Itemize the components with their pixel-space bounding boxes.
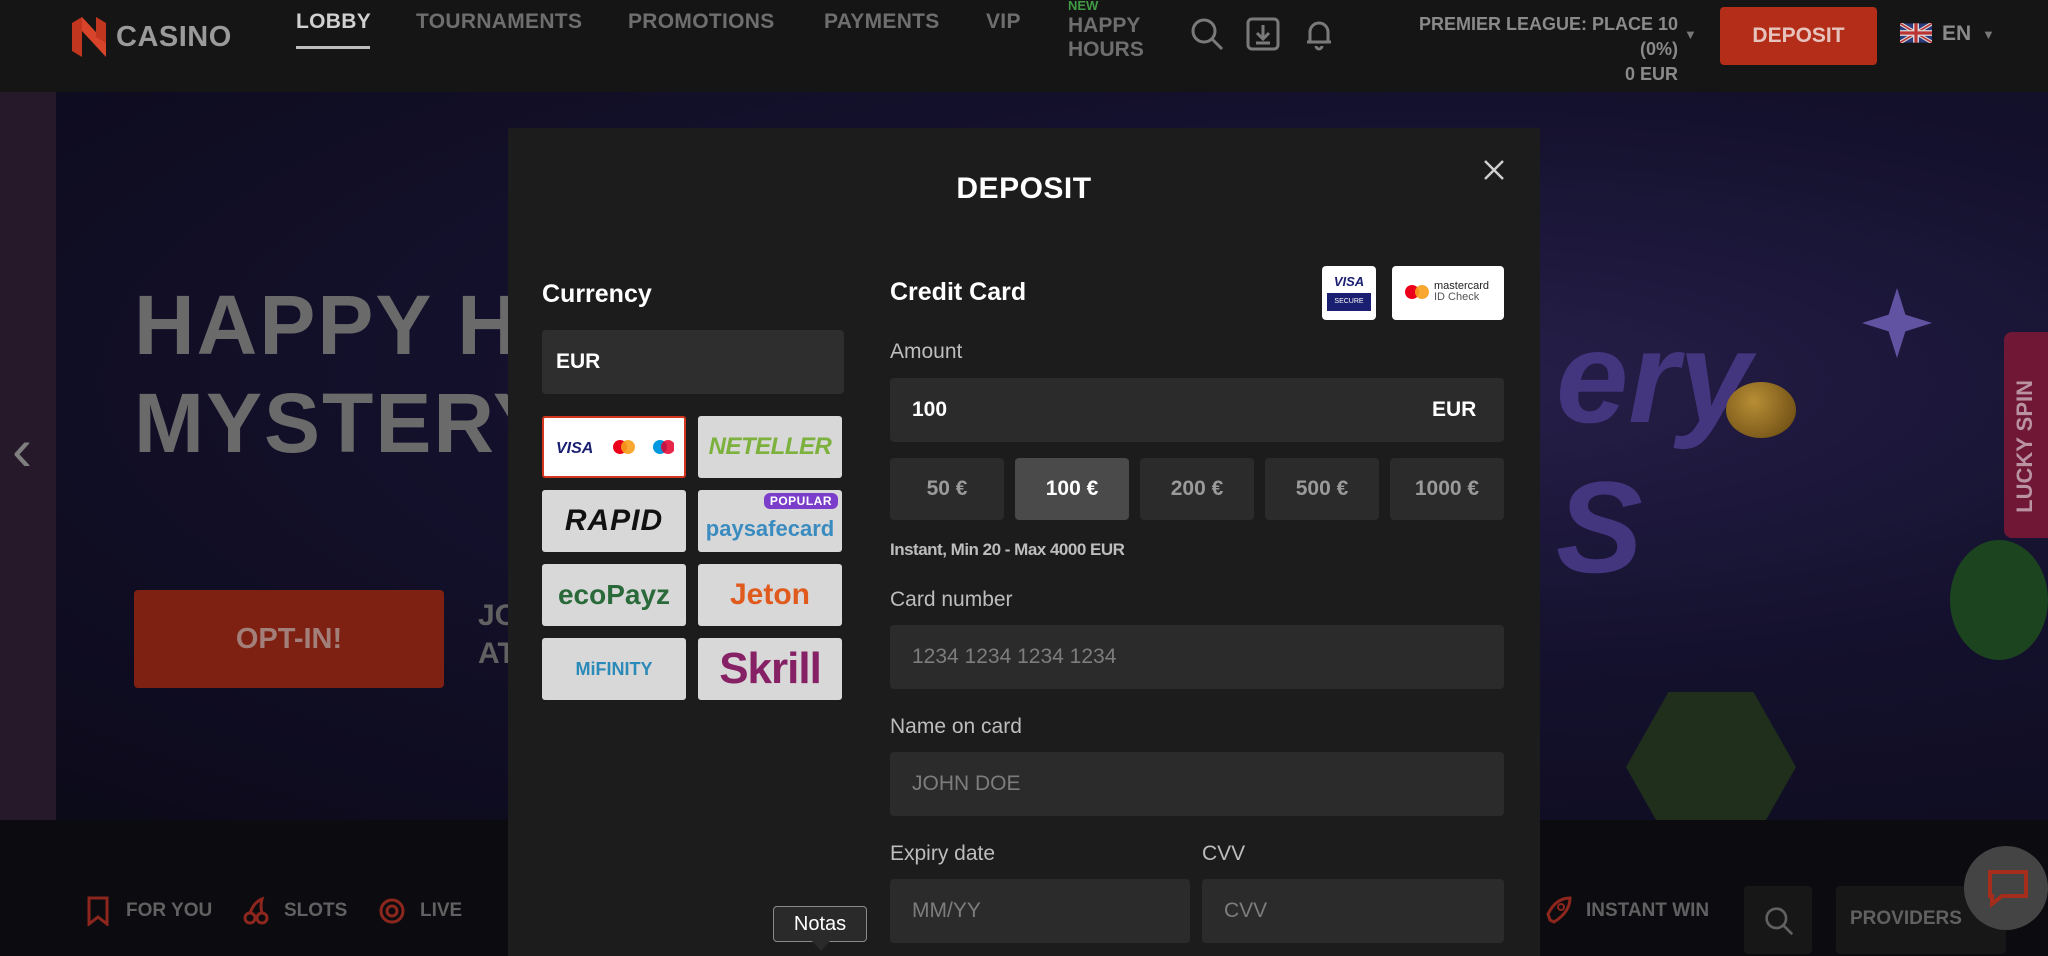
card-number-input[interactable]	[890, 625, 1504, 689]
language-selector[interactable]: EN	[1942, 22, 1971, 46]
ecopayz-logo: ecoPayz	[557, 579, 671, 610]
cvv-input[interactable]	[1202, 879, 1504, 943]
payment-method-jeton[interactable]: Jeton	[698, 564, 842, 626]
jeton-logo: Jeton	[729, 578, 810, 611]
paysafecard-logo: paysafecard	[705, 516, 835, 541]
top-navigation-bar: CASINO LOBBY TOURNAMENTS PROMOTIONS PAYM…	[0, 0, 2048, 92]
visa-secure-text: VISA	[1333, 274, 1365, 289]
league-status[interactable]: PREMIER LEAGUE: PLACE 10 (0%) 0 EUR	[1378, 12, 1678, 87]
expiry-date-input[interactable]	[890, 879, 1190, 943]
close-icon[interactable]	[1480, 156, 1508, 184]
visa-secure-sub: SECURE	[1327, 293, 1371, 311]
mastercard-id-check-logo: mastercard ID Check	[1392, 266, 1504, 320]
card-number-label: Card number	[890, 588, 1013, 611]
logo-n-icon	[72, 17, 106, 57]
method-heading: Credit Card	[890, 278, 1027, 306]
league-caret-icon[interactable]: ▼	[1684, 27, 1697, 42]
payment-method-rapid[interactable]: RAPID	[542, 490, 686, 552]
language-caret-icon[interactable]: ▼	[1982, 27, 1995, 42]
name-on-card-label: Name on card	[890, 715, 1022, 738]
visa-secure-logo: VISA SECURE	[1322, 266, 1376, 320]
rapid-logo: RAPID	[564, 504, 664, 537]
preset-100-button[interactable]: 100 €	[1015, 458, 1129, 520]
new-badge: NEW	[1068, 0, 1099, 13]
amount-input[interactable]	[890, 378, 1504, 442]
deposit-limits-text: Instant, Min 20 - Max 4000 EUR	[890, 540, 1125, 559]
preset-1000-button[interactable]: 1000 €	[1390, 458, 1504, 520]
nav-vip[interactable]: VIP	[986, 10, 1021, 34]
name-on-card-input[interactable]	[890, 752, 1504, 816]
payment-method-neteller[interactable]: NETELLER	[698, 416, 842, 478]
tooltip-arrow	[812, 941, 830, 951]
currency-heading: Currency	[542, 280, 652, 308]
preset-50-button[interactable]: 50 €	[890, 458, 1004, 520]
preset-200-button[interactable]: 200 €	[1140, 458, 1254, 520]
modal-title: DEPOSIT	[956, 172, 1092, 205]
search-icon[interactable]	[1190, 17, 1224, 51]
mifinity-logo: MiFINITY	[575, 658, 653, 679]
deposit-modal: DEPOSIT Currency EUR VISA NETELLER RAPID…	[508, 128, 1540, 956]
download-icon[interactable]	[1246, 17, 1280, 51]
nav-promotions[interactable]: PROMOTIONS	[628, 10, 775, 34]
payment-method-skrill[interactable]: Skrill	[698, 638, 842, 700]
id-check-text: ID Check	[1434, 291, 1480, 303]
nav-happy-hours[interactable]: NEW HAPPY HOURS	[1068, 0, 1168, 62]
uk-flag-icon[interactable]	[1900, 23, 1932, 43]
payment-method-cards[interactable]: VISA	[542, 416, 686, 478]
brand-name: CASINO	[116, 20, 232, 53]
nav-lobby[interactable]: LOBBY	[296, 10, 371, 34]
currency-select[interactable]: EUR	[542, 330, 844, 394]
happy-hours-label: HAPPY HOURS	[1068, 14, 1144, 61]
bell-icon[interactable]	[1302, 17, 1336, 51]
skrill-logo: Skrill	[719, 644, 822, 693]
expiry-date-label: Expiry date	[890, 842, 996, 865]
payment-method-ecopayz[interactable]: ecoPayz	[542, 564, 686, 626]
brand-logo[interactable]: CASINO	[72, 17, 232, 57]
preset-500-button[interactable]: 500 €	[1265, 458, 1379, 520]
cvv-label: CVV	[1202, 842, 1246, 865]
popular-badge: POPULAR	[763, 493, 838, 509]
nav-payments[interactable]: PAYMENTS	[824, 10, 940, 34]
visa-mark: VISA	[556, 440, 593, 457]
nav-tournaments[interactable]: TOURNAMENTS	[416, 10, 582, 34]
nav-active-underline	[296, 46, 370, 49]
header-deposit-button[interactable]: DEPOSIT	[1720, 7, 1877, 65]
mastercard-icon	[1405, 285, 1429, 299]
payment-method-mifinity[interactable]: MiFINITY	[542, 638, 686, 700]
payment-method-paysafecard[interactable]: POPULAR paysafecard	[698, 490, 842, 552]
notes-tooltip: Notas	[773, 906, 867, 942]
neteller-logo: NETELLER	[708, 433, 832, 460]
card-brands-icon: VISA	[556, 440, 674, 457]
amount-label: Amount	[890, 340, 963, 363]
league-balance: 0 EUR	[1624, 64, 1678, 84]
league-place: PREMIER LEAGUE: PLACE 10 (0%)	[1418, 14, 1678, 59]
